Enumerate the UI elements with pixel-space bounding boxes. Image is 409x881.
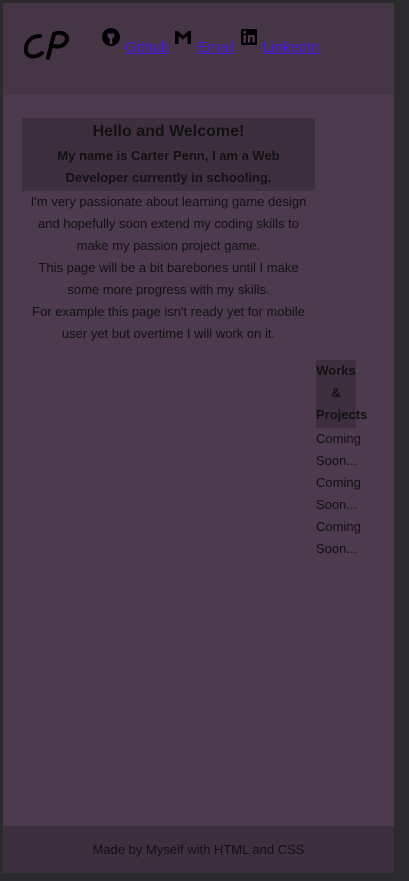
welcome-subtitle: My name is Carter Penn, I am a Web Devel… — [57, 148, 280, 185]
github-icon — [102, 28, 120, 46]
project-item: Coming Soon... — [316, 519, 361, 556]
works-projects-section: Works & Projects Coming Soon... Coming S… — [316, 360, 378, 560]
header-nav: Github Email LinkedIn — [101, 28, 323, 59]
linkedin-icon — [240, 29, 257, 45]
intro-paragraph: I'm very passionate about learning game … — [30, 194, 307, 253]
nav-link-email[interactable]: Email — [173, 29, 235, 56]
nav-link-github[interactable]: Github — [101, 28, 170, 56]
intro-paragraph: For example this page isn't ready yet fo… — [32, 304, 305, 341]
page: Github Email LinkedIn Hello and Welcome!… — [3, 3, 394, 873]
cp-logo[interactable] — [22, 28, 72, 62]
welcome-title: Hello and Welcome! — [92, 123, 245, 140]
nav-link-linkedin[interactable]: LinkedIn — [239, 29, 320, 56]
welcome-heading-box: Hello and Welcome! My name is Carter Pen… — [22, 118, 315, 191]
welcome-section: Hello and Welcome! My name is Carter Pen… — [22, 118, 315, 345]
project-item: Coming Soon... — [316, 431, 361, 468]
footer-text: Made by Myself with HTML and CSS — [92, 842, 305, 857]
works-projects-title: Works & Projects — [316, 360, 367, 428]
site-header: Github Email LinkedIn — [3, 3, 394, 95]
project-item: Coming Soon... — [316, 475, 361, 512]
intro-paragraph: This page will be a bit barebones until … — [38, 260, 299, 297]
nav-link-linkedin-label: LinkedIn — [262, 39, 320, 56]
gmail-icon — [175, 31, 192, 44]
nav-link-github-label: Github — [125, 39, 170, 56]
site-footer: Made by Myself with HTML and CSS — [3, 826, 394, 873]
nav-link-email-label: Email — [197, 39, 235, 56]
